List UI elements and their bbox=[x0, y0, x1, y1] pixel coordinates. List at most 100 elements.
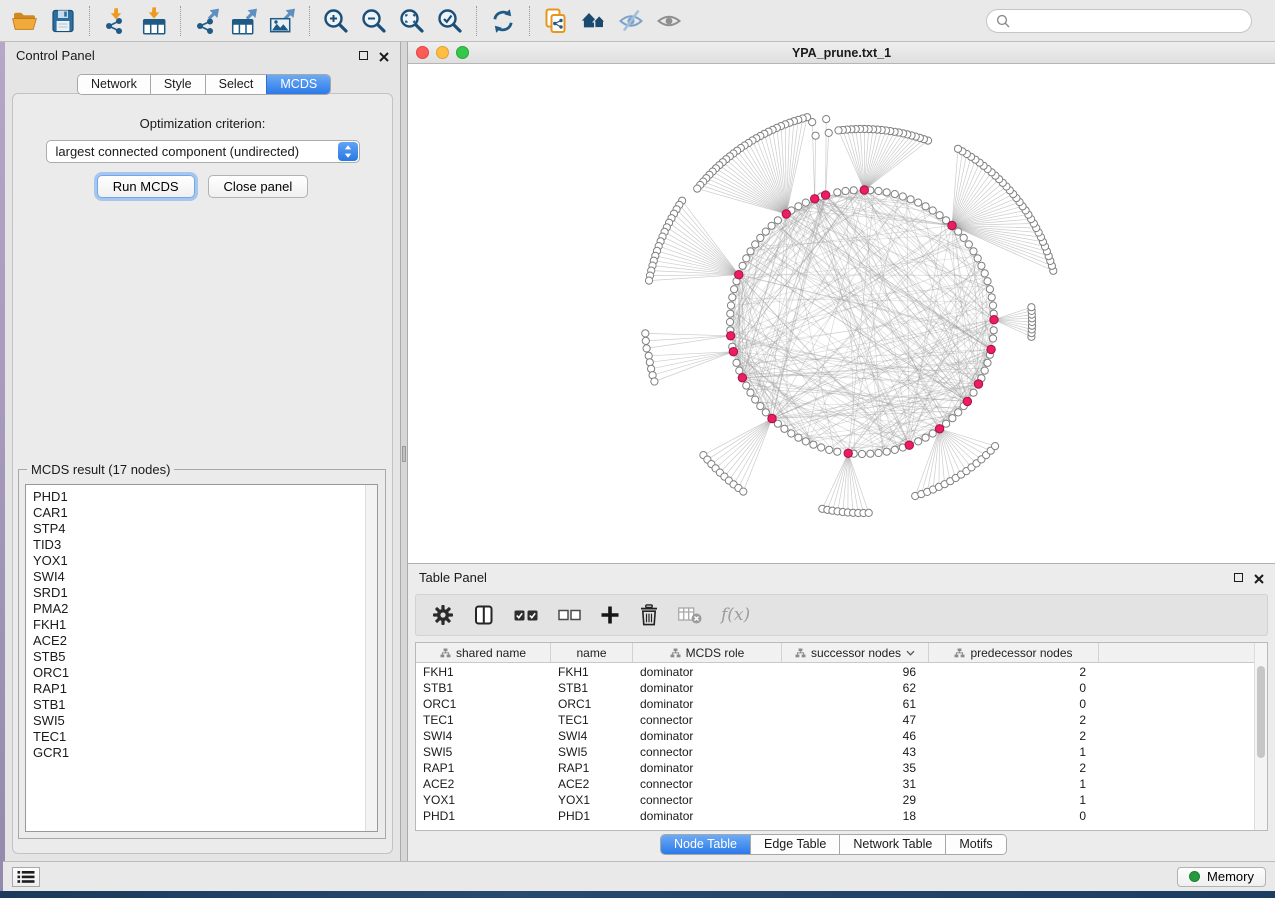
create-column-button[interactable] bbox=[600, 605, 620, 625]
column-header-name[interactable]: name bbox=[551, 643, 633, 662]
hide-selected-button[interactable] bbox=[613, 3, 651, 39]
table-scrollbar[interactable] bbox=[1254, 643, 1267, 830]
mcds-result-item[interactable]: STB1 bbox=[33, 697, 359, 713]
mcds-result-item[interactable]: TEC1 bbox=[33, 729, 359, 745]
criterion-select[interactable]: largest connected component (undirected) bbox=[46, 140, 360, 163]
memory-button[interactable]: Memory bbox=[1177, 867, 1266, 887]
vertical-splitter[interactable] bbox=[400, 42, 408, 861]
column-type-icon bbox=[440, 648, 451, 658]
mcds-result-item[interactable]: PHD1 bbox=[33, 489, 359, 505]
column-header-shared-name[interactable]: shared name bbox=[416, 643, 551, 662]
mcds-result-item[interactable]: SWI4 bbox=[33, 569, 359, 585]
cell-mcds-role: dominator bbox=[633, 729, 782, 743]
cell-shared-name: FKH1 bbox=[416, 665, 551, 679]
deselect-all-columns-button[interactable] bbox=[558, 609, 581, 621]
export-table-button[interactable] bbox=[226, 3, 264, 39]
zoom-fit-button[interactable] bbox=[393, 3, 431, 39]
refresh-view-button[interactable] bbox=[484, 3, 522, 39]
delete-table-button[interactable] bbox=[678, 606, 702, 624]
table-row-fkh1[interactable]: FKH1FKH1dominator962 bbox=[416, 664, 1254, 680]
scrollbar-thumb[interactable] bbox=[1257, 666, 1265, 758]
mcds-result-item[interactable]: SWI5 bbox=[33, 713, 359, 729]
float-panel-icon[interactable] bbox=[359, 51, 368, 60]
column-header-predecessor-nodes[interactable]: predecessor nodes bbox=[929, 643, 1099, 662]
float-panel-icon[interactable] bbox=[1234, 573, 1243, 582]
network-canvas[interactable] bbox=[408, 64, 1275, 563]
zoom-in-button[interactable] bbox=[317, 3, 355, 39]
close-window-icon[interactable] bbox=[416, 46, 429, 59]
mcds-result-item[interactable]: STB5 bbox=[33, 649, 359, 665]
cell-predecessor-nodes: 2 bbox=[929, 713, 1099, 727]
task-history-button[interactable] bbox=[12, 867, 40, 887]
zoom-selected-button[interactable] bbox=[431, 3, 469, 39]
unchecked-checkboxes-icon bbox=[558, 609, 581, 621]
table-row-orc1[interactable]: ORC1ORC1dominator610 bbox=[416, 696, 1254, 712]
export-image-icon bbox=[268, 6, 298, 36]
mcds-result-item[interactable]: ORC1 bbox=[33, 665, 359, 681]
table-row-rap1[interactable]: RAP1RAP1dominator352 bbox=[416, 760, 1254, 776]
mcds-result-item[interactable]: YOX1 bbox=[33, 553, 359, 569]
close-panel-icon[interactable] bbox=[1254, 572, 1264, 582]
column-header-successor-nodes[interactable]: successor nodes bbox=[782, 643, 929, 662]
sort-indicator-icon bbox=[906, 650, 915, 656]
column-header-mcds-role[interactable]: MCDS role bbox=[633, 643, 782, 662]
delete-columns-button[interactable] bbox=[639, 604, 659, 626]
show-all-button[interactable] bbox=[651, 3, 689, 39]
tab-motifs[interactable]: Motifs bbox=[945, 835, 1005, 854]
mcds-result-item[interactable]: SRD1 bbox=[33, 585, 359, 601]
table-row-stb1[interactable]: STB1STB1dominator620 bbox=[416, 680, 1254, 696]
close-panel-icon[interactable] bbox=[379, 50, 389, 60]
show-columns-button[interactable] bbox=[473, 604, 495, 626]
export-network-button[interactable] bbox=[188, 3, 226, 39]
maximize-window-icon[interactable] bbox=[456, 46, 469, 59]
table-row-swi4[interactable]: SWI4SWI4dominator462 bbox=[416, 728, 1254, 744]
tab-style[interactable]: Style bbox=[150, 75, 205, 94]
tab-mcds[interactable]: MCDS bbox=[266, 75, 330, 94]
import-network-button[interactable] bbox=[97, 3, 135, 39]
memory-label: Memory bbox=[1207, 869, 1254, 884]
mcds-result-item[interactable]: STP4 bbox=[33, 521, 359, 537]
control-panel: Control Panel NetworkStyleSelectMCDS Opt… bbox=[5, 42, 400, 861]
table-row-phd1[interactable]: PHD1PHD1dominator180 bbox=[416, 808, 1254, 824]
table-row-tec1[interactable]: TEC1TEC1connector472 bbox=[416, 712, 1254, 728]
cell-predecessor-nodes: 0 bbox=[929, 697, 1099, 711]
table-settings-button[interactable] bbox=[432, 604, 454, 626]
tab-network-table[interactable]: Network Table bbox=[839, 835, 945, 854]
table-row-yox1[interactable]: YOX1YOX1connector291 bbox=[416, 792, 1254, 808]
zoom-out-button[interactable] bbox=[355, 3, 393, 39]
splitter-handle-icon[interactable] bbox=[402, 446, 406, 462]
cell-name: YOX1 bbox=[551, 793, 633, 807]
copy-button[interactable] bbox=[537, 3, 575, 39]
function-builder-button[interactable]: f(x) bbox=[721, 605, 750, 625]
mcds-result-item[interactable]: PMA2 bbox=[33, 601, 359, 617]
mcds-result-item[interactable]: CAR1 bbox=[33, 505, 359, 521]
mcds-result-item[interactable]: ACE2 bbox=[33, 633, 359, 649]
mcds-result-item[interactable]: FKH1 bbox=[33, 617, 359, 633]
mcds-result-item[interactable]: TID3 bbox=[33, 537, 359, 553]
cell-predecessor-nodes: 2 bbox=[929, 665, 1099, 679]
first-neighbors-button[interactable] bbox=[575, 3, 613, 39]
table-tabs: Node TableEdge TableNetwork TableMotifs bbox=[660, 834, 1007, 855]
mcds-result-item[interactable]: RAP1 bbox=[33, 681, 359, 697]
tab-network[interactable]: Network bbox=[78, 75, 150, 94]
mcds-result-item[interactable]: GCR1 bbox=[33, 745, 359, 761]
search-input[interactable] bbox=[1016, 14, 1242, 29]
save-session-button[interactable] bbox=[44, 3, 82, 39]
tab-node-table[interactable]: Node Table bbox=[661, 835, 750, 854]
cell-successor-nodes: 96 bbox=[782, 665, 929, 679]
table-panel: Table Panel f(x) shared namenameMCDS rol… bbox=[408, 563, 1275, 861]
table-row-ace2[interactable]: ACE2ACE2connector311 bbox=[416, 776, 1254, 792]
table-row-swi5[interactable]: SWI5SWI5connector431 bbox=[416, 744, 1254, 760]
select-all-columns-button[interactable] bbox=[514, 609, 539, 622]
copy-pages-icon bbox=[541, 6, 571, 36]
minimize-window-icon[interactable] bbox=[436, 46, 449, 59]
cell-mcds-role: dominator bbox=[633, 681, 782, 695]
open-file-button[interactable] bbox=[6, 3, 44, 39]
close-panel-button[interactable]: Close panel bbox=[208, 175, 309, 198]
tab-select[interactable]: Select bbox=[205, 75, 267, 94]
export-image-button[interactable] bbox=[264, 3, 302, 39]
import-table-button[interactable] bbox=[135, 3, 173, 39]
mcds-list-scrollbar[interactable] bbox=[365, 485, 377, 831]
run-mcds-button[interactable]: Run MCDS bbox=[97, 175, 195, 198]
tab-edge-table[interactable]: Edge Table bbox=[750, 835, 839, 854]
